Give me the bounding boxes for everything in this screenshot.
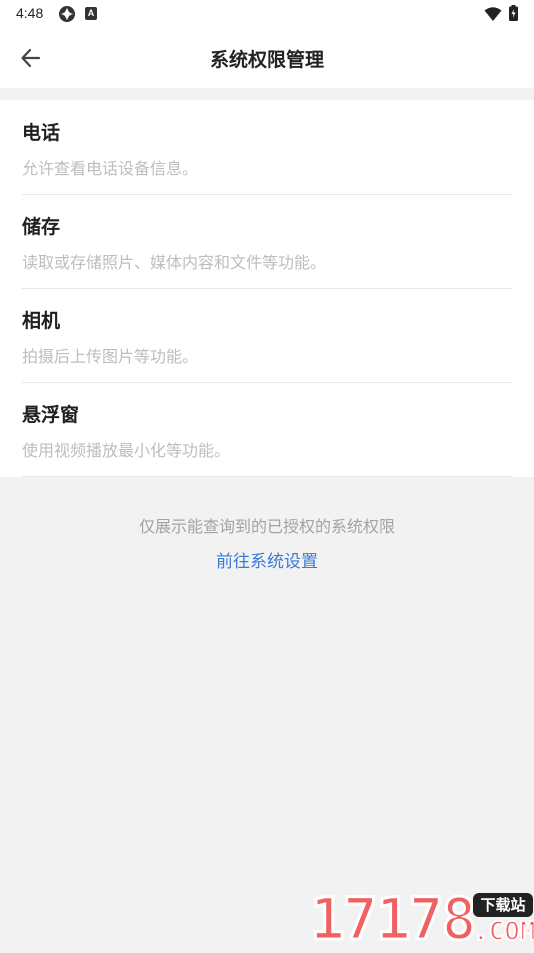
site-watermark: 17178 下载站 .COM	[309, 885, 534, 953]
store-notification-icon: A	[85, 7, 97, 20]
battery-icon	[509, 5, 518, 21]
permission-description: 拍摄后上传图片等功能。	[22, 347, 199, 366]
permission-description: 读取或存储照片、媒体内容和文件等功能。	[22, 253, 327, 272]
page-title: 系统权限管理	[209, 49, 324, 71]
permission-description: 允许查看电话设备信息。	[22, 159, 199, 178]
status-bar: 4:48 A	[0, 0, 534, 28]
watermark-tag: 下载站	[473, 893, 533, 917]
permission-name: 储存	[22, 216, 61, 238]
system-settings-link[interactable]: 前往系统设置	[0, 547, 534, 572]
permission-item-floating-window[interactable]: 悬浮窗 使用视频播放最小化等功能。	[22, 382, 512, 477]
app-notification-icon	[59, 6, 75, 22]
permission-name: 电话	[22, 122, 61, 144]
permission-item-camera[interactable]: 相机 拍摄后上传图片等功能。	[22, 288, 512, 383]
permission-description: 使用视频播放最小化等功能。	[22, 441, 231, 460]
permission-note: 仅展示能查询到的已授权的系统权限	[138, 517, 395, 536]
status-time: 4:48	[16, 5, 44, 21]
permission-item-phone[interactable]: 电话 允许查看电话设备信息。	[22, 100, 512, 195]
wifi-icon	[484, 7, 502, 21]
permission-item-storage[interactable]: 储存 读取或存储照片、媒体内容和文件等功能。	[22, 194, 512, 289]
permission-name: 相机	[22, 310, 61, 332]
permission-name: 悬浮窗	[22, 404, 80, 426]
app-header: 系统权限管理	[0, 28, 534, 88]
watermark-domain: .COM	[472, 916, 534, 948]
watermark-number: 17178	[309, 885, 479, 953]
permission-list: 电话 允许查看电话设备信息。 储存 读取或存储照片、媒体内容和文件等功能。 相机…	[0, 100, 534, 477]
section-divider	[0, 88, 534, 100]
